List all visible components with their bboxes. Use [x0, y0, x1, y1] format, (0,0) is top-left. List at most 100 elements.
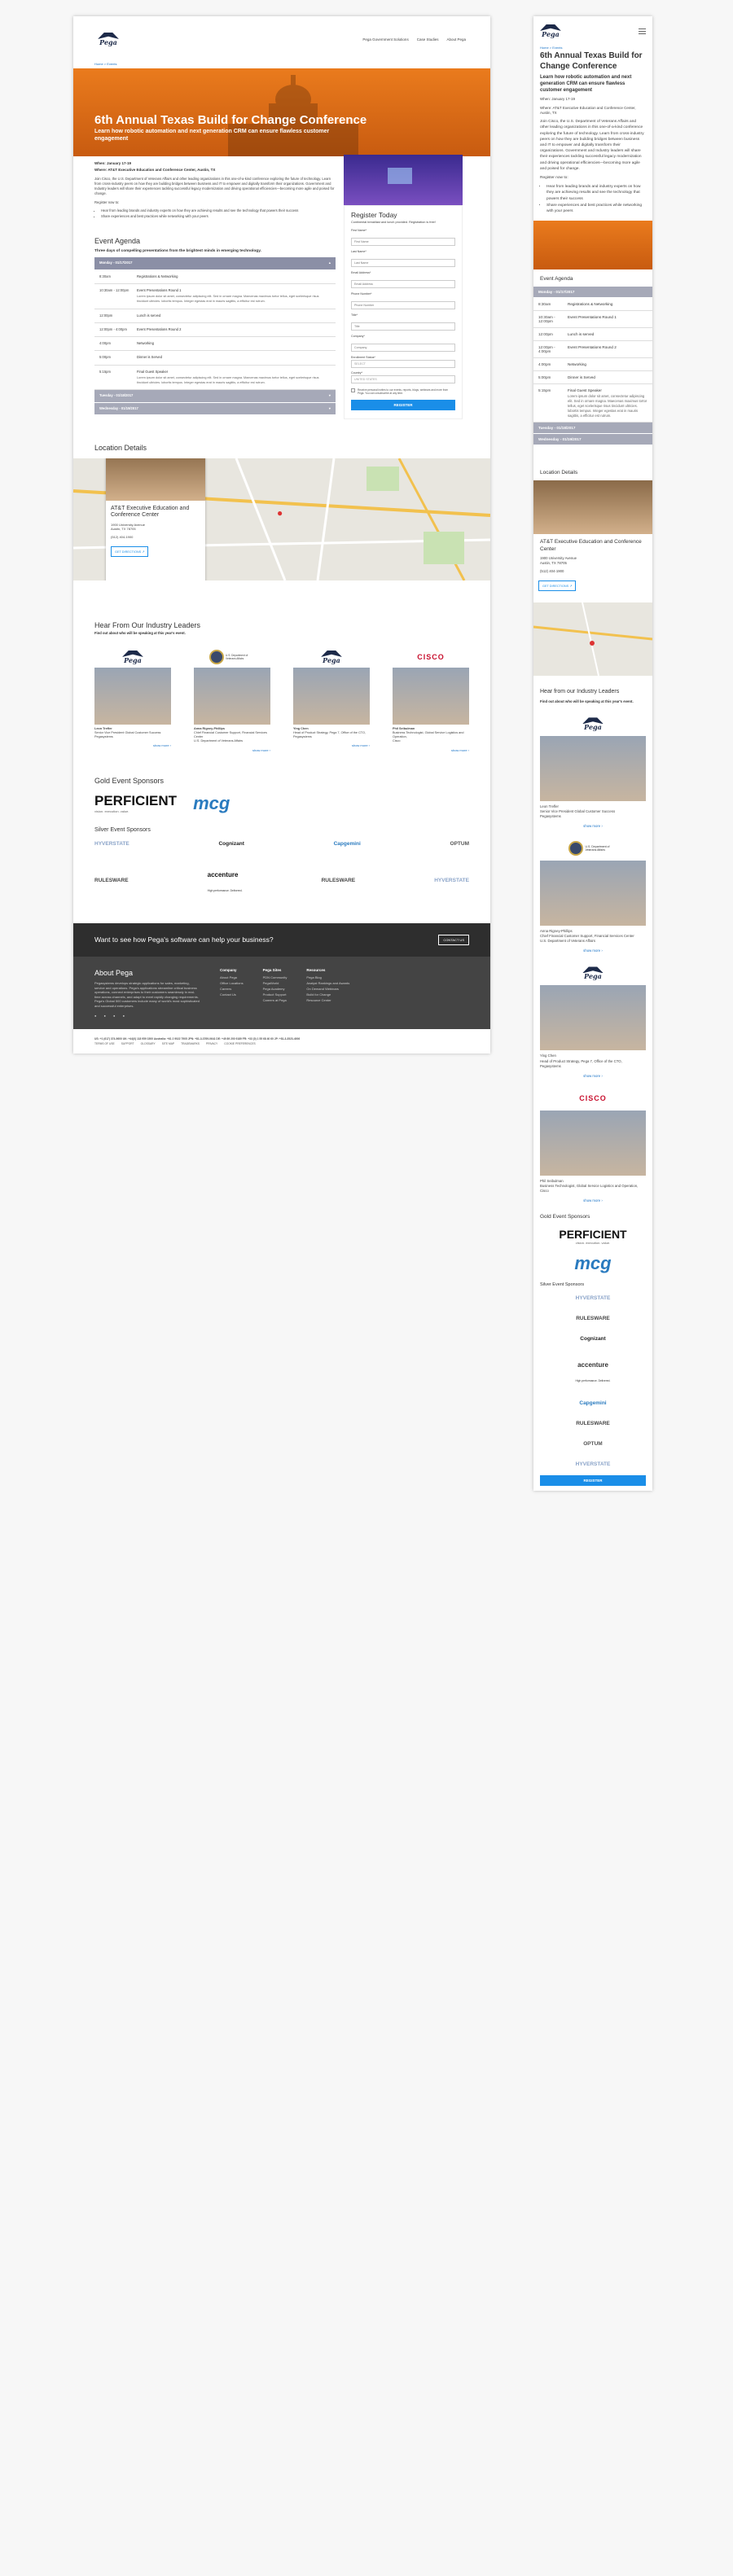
enrollment-select[interactable]: SELECT [351, 360, 455, 368]
email-field[interactable] [351, 280, 455, 288]
leader-card: Pega Ying Chen Head of Product Strategy, … [293, 646, 370, 752]
event-where: Where: AT&T Executive Education and Conf… [94, 167, 216, 172]
hyverstate-logo[interactable]: HYVERSTATE [94, 841, 129, 847]
agenda-day-monday[interactable]: Monday - 01/17/2017 [533, 287, 652, 299]
leader-card: Pega Leon Trefler Senior Vice President G… [94, 646, 171, 752]
show-more-link[interactable]: show more › [540, 1074, 646, 1078]
nav-link-gov[interactable]: Pega Government Solutions [362, 37, 408, 42]
show-more-link[interactable]: show more › [94, 743, 171, 747]
external-link-icon: ↗ [142, 550, 145, 554]
event-description: Join Cisco, the U.S. Department of Veter… [94, 176, 335, 196]
top-nav: Pega Pega Government Solutions Case Stud… [73, 16, 490, 62]
show-more-link[interactable]: show more › [540, 948, 646, 953]
cisco-logo: CISCO [417, 653, 445, 661]
cta-text: Want to see how Pega's software can help… [94, 935, 274, 944]
agenda-title: Event Agenda [94, 236, 141, 245]
show-more-link[interactable]: show more › [540, 824, 646, 828]
map[interactable]: ● AT&T Executive Education and Conferenc… [73, 458, 490, 580]
nav-link-about[interactable]: About Pega [446, 37, 466, 42]
agenda-row: 4:00pm Networking [94, 337, 336, 352]
nav-link-cases[interactable]: Case Studies [417, 37, 439, 42]
get-directions-button[interactable]: GET DIRECTIONS ↗ [538, 580, 577, 592]
consent-checkbox[interactable] [351, 388, 355, 392]
leader-card: CISCO Phil Seibulman Business Technologis… [393, 646, 469, 752]
register-to-label: Register now to: [94, 199, 120, 204]
consent-text: Receive personal invites to our events, … [358, 388, 449, 395]
first-name-field[interactable] [351, 238, 455, 246]
pega-logo[interactable]: Pega [98, 33, 119, 46]
venue-image [106, 458, 205, 501]
register-title: Register Today [351, 211, 397, 219]
cta-banner: Want to see how Pega's software can help… [73, 922, 490, 957]
leader-card: U.S. Department of Veterans Affairs Anna… [533, 836, 652, 953]
pega-logo[interactable]: Pega [540, 24, 561, 37]
venue-image [533, 480, 652, 535]
get-directions-button[interactable]: GET DIRECTIONS ↗ [111, 545, 149, 557]
hero-subtitle: Learn how robotic automation and next ge… [540, 75, 632, 93]
optum-logo[interactable]: OPTUM [450, 841, 469, 847]
leader-photo [94, 668, 171, 725]
leaders-subtitle: Find out about who will be speaking at t… [94, 631, 186, 635]
show-more-link[interactable]: show more › [540, 1198, 646, 1203]
leader-photo [540, 736, 646, 802]
agenda-row: 12:00pm - 4:00pm Event Presentations Roun… [94, 322, 336, 338]
pega-logo: Pega [94, 646, 171, 668]
phone-field[interactable] [351, 301, 455, 309]
agenda-day-tuesday[interactable]: Tuesday - 01/18/2017 [533, 423, 652, 435]
mobile-page: Pega Home > Events 6th Annual Texas Buil… [533, 16, 652, 1491]
conference-stage-image [344, 155, 463, 205]
cognizant-logo[interactable]: Cognizant [218, 841, 244, 847]
phone-numbers: US: +1 (617) 374-9600 UK: +44(0) 118 959… [94, 1037, 301, 1041]
location-title: Location Details [94, 444, 147, 452]
register-button[interactable]: REGISTER [540, 1474, 646, 1486]
show-more-link[interactable]: show more › [293, 743, 370, 747]
chevron-down-icon: ▾ [328, 405, 331, 410]
hyverstate-logo[interactable]: HYVERSTATE [434, 878, 469, 883]
social-icons[interactable]: ● ● ● ● [94, 1014, 200, 1019]
contact-us-button[interactable]: CONTACT US [438, 934, 469, 945]
footer: About Pega Pegasystems develops strategi… [73, 956, 490, 1030]
perficient-logo[interactable]: PERFICIENT vision. execution. value. [94, 793, 177, 813]
rulesware-logo[interactable]: RULESWARE [94, 878, 129, 883]
venue-phone: (512) 404-1900 [111, 534, 134, 539]
leaders-section: Hear From Our Industry Leaders Find out … [73, 580, 490, 760]
agenda-day-monday[interactable]: Monday - 01/17/2017 ▴ [94, 257, 336, 270]
country-select[interactable]: UNITED STATES [351, 375, 455, 383]
hero-banner: 6th Annual Texas Build for Change Confer… [73, 68, 490, 156]
company-field[interactable] [351, 344, 455, 352]
show-more-link[interactable]: show more › [393, 748, 469, 752]
legal-bar: US: +1 (617) 374-9600 UK: +44(0) 118 959… [73, 1029, 490, 1054]
agenda-day-tuesday[interactable]: Tuesday - 01/18/2017 ▾ [94, 390, 336, 403]
register-button[interactable]: REGISTER [351, 400, 455, 410]
hero-subtitle: Learn how robotic automation and next ge… [94, 129, 330, 142]
breadcrumb[interactable]: Home > Events [73, 62, 490, 68]
menu-icon[interactable] [639, 28, 646, 34]
mcg-logo[interactable]: mcg [574, 1253, 611, 1274]
hero-title: 6th Annual Texas Build for Change Confer… [94, 113, 367, 127]
map[interactable] [533, 602, 652, 677]
chevron-down-icon: ▾ [328, 393, 331, 398]
benefit-bullet: Share experiences and best practices whi… [101, 214, 336, 219]
accenture-logo[interactable]: accenture High performance. Delivered. [208, 866, 243, 896]
venue-address2: Austin, TX 78705 [111, 527, 136, 532]
agenda-subtitle: Three days of compelling presentations f… [94, 249, 261, 254]
footer-about-title: About Pega [94, 968, 134, 977]
agenda-row: 5:00pm Dinner is Served [94, 351, 336, 366]
perficient-logo[interactable]: PERFICIENT vision. execution. value. [559, 1228, 626, 1245]
show-more-link[interactable]: show more › [194, 748, 270, 752]
rulesware-logo[interactable]: RULESWARE [322, 878, 356, 883]
leader-photo [393, 668, 469, 725]
map-pin-icon[interactable]: ● [277, 507, 283, 519]
title-field[interactable] [351, 322, 455, 331]
leader-photo [194, 668, 270, 725]
capgemini-logo[interactable]: Capgemini [334, 841, 361, 847]
agenda-row: 5:15pm Final Guest Speaker Lorem ipsum dol… [94, 365, 336, 391]
last-name-field[interactable] [351, 259, 455, 267]
mcg-logo[interactable]: mcg [193, 793, 230, 814]
agenda-row: 10:30am - 12:00pm Event Presentations Rou… [94, 283, 336, 309]
agenda-day-wednesday[interactable]: Wednesday - 01/19/2017 ▾ [94, 402, 336, 415]
benefit-bullet: Hear from leading brands and industry ex… [101, 208, 336, 213]
agenda-day-wednesday[interactable]: Wednesday - 01/19/2017 [533, 434, 652, 446]
gold-sponsors-title: Gold Event Sponsors [94, 776, 165, 785]
breadcrumb[interactable]: Home > Events [540, 46, 646, 50]
